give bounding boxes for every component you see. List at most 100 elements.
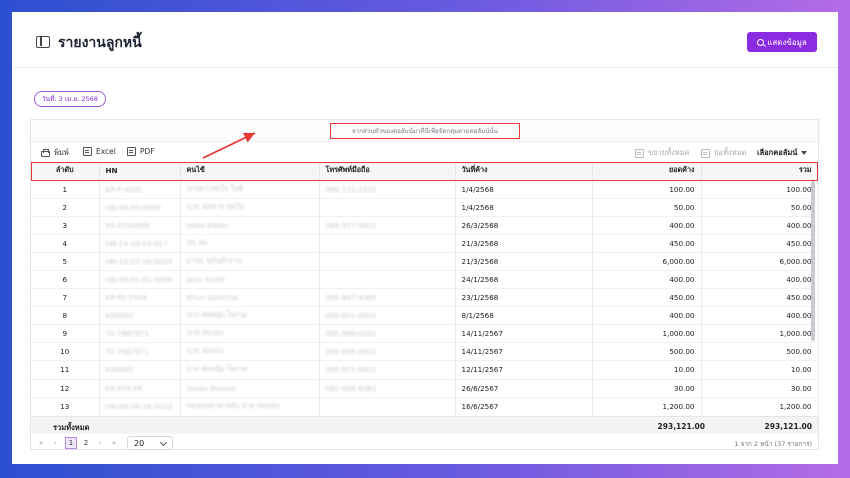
- cell-index: 11: [31, 360, 100, 380]
- cell-date: 26/6/2567: [455, 378, 593, 398]
- cell-index: 7: [31, 288, 100, 307]
- table-row[interactable]: 7 KP-P0-2504 Khun Somchai 091-847-4365 23/1/…: [31, 288, 819, 307]
- pdf-icon: [127, 147, 136, 156]
- cell-amount: 400.00: [592, 215, 702, 235]
- choose-columns-button[interactable]: เลือกคอลัมน์: [757, 147, 808, 159]
- cell-index: 8: [31, 306, 100, 325]
- cell-total: 400.00: [701, 269, 819, 289]
- cell-total: 10.00: [701, 360, 819, 380]
- cell-amount: 100.00: [592, 179, 702, 199]
- cell-amount: 50.00: [592, 197, 702, 217]
- prev-page-button[interactable]: ‹: [49, 437, 61, 449]
- page-title: รายงานลูกหนี้: [58, 35, 142, 51]
- table-row[interactable]: 8 K00000 นาง สมหญิง ใจงาม 095-951-0001 8/1/2…: [31, 306, 819, 325]
- collapse-all-button[interactable]: ย่อทั้งหมด: [701, 147, 746, 159]
- cell-patient: นางสาวสมใจ ใจดี: [180, 179, 320, 199]
- cell-date: 16/6/2567: [455, 396, 593, 416]
- cell-phone: 095-996-0001: [319, 324, 456, 343]
- pdf-label: PDF: [140, 147, 155, 156]
- column-header-phone[interactable]: โทรศัพท์มือถือ: [319, 162, 456, 180]
- cell-hn: T0-7887871: [99, 342, 181, 361]
- cell-hn: T0-7887871: [99, 324, 181, 343]
- cell-total: 100.00: [701, 179, 819, 199]
- cell-hn: HN-06-01-01-0008: [99, 269, 181, 289]
- data-grid: ลากส่วนหัวของคอลัมน์มาที่นี่เพื่อจัดกลุ่…: [30, 119, 819, 450]
- page-button-2[interactable]: 2: [80, 437, 92, 449]
- cell-amount: 10.00: [592, 360, 702, 380]
- totals-amount: 293,121.00: [657, 422, 705, 431]
- table-row[interactable]: 4 HN-14-16-04-017 สุข สม 21/3/2568 450.00 450…: [31, 233, 819, 253]
- table-row[interactable]: 11 K00000 นาง สมหญิง ใจงาม 095-951-0001 12/1…: [31, 360, 819, 380]
- page-size-select[interactable]: 20: [127, 436, 173, 450]
- table-row[interactable]: 3 P0-2503056 Hello Kitten 085-357-0001 26/3/…: [31, 215, 819, 235]
- cell-date: 8/1/2568: [455, 306, 593, 325]
- date-filter-badge[interactable]: วันที่: 3 เม.ย. 2568: [34, 91, 106, 107]
- table-row[interactable]: 1 KP-P-0001 นางสาวสมใจ ใจดี 099-111-2222 1/4…: [31, 179, 819, 199]
- column-header-patient[interactable]: คนไข้: [180, 162, 320, 180]
- page-button-1[interactable]: 1: [65, 437, 77, 449]
- excel-label: Excel: [96, 147, 116, 156]
- excel-button[interactable]: Excel: [83, 147, 116, 156]
- cell-amount: 450.00: [592, 233, 702, 253]
- group-panel-hint: ลากส่วนหัวของคอลัมน์มาที่นี่เพื่อจัดกลุ่…: [330, 123, 520, 139]
- column-header-total[interactable]: รวม: [701, 162, 819, 180]
- column-header-index[interactable]: ลำดับ: [31, 162, 100, 180]
- table-row[interactable]: 6 HN-06-01-01-0008 Jane Smith 24/1/2568 400.…: [31, 269, 819, 289]
- cell-total: 30.00: [701, 378, 819, 398]
- cell-phone: 095-951-0001: [319, 306, 456, 325]
- page-header: รายงานลูกหนี้ แสดงข้อมูล: [12, 12, 838, 68]
- group-panel[interactable]: ลากส่วนหัวของคอลัมน์มาที่นี่เพื่อจัดกลุ่…: [31, 120, 818, 142]
- table-row[interactable]: 12 KA-P74-PR Vision Bunma 061-856-8062 26/6/…: [31, 378, 819, 398]
- report-table: ลำดับ HN คนไข้ โทรศัพท์มือถือ วันที่ค้าง…: [31, 162, 819, 416]
- cell-phone: 099-111-2222: [319, 179, 456, 199]
- cell-index: 5: [31, 251, 100, 271]
- next-page-button[interactable]: ›: [94, 437, 106, 449]
- cell-phone: [319, 269, 456, 289]
- cell-patient: Vision Bunma: [180, 378, 320, 398]
- last-page-button[interactable]: »: [108, 437, 120, 449]
- cell-phone: [319, 197, 456, 217]
- printer-icon: [41, 149, 50, 157]
- cell-index: 4: [31, 233, 100, 253]
- column-header-amount[interactable]: ยอดค้าง: [592, 162, 702, 180]
- table-row[interactable]: 9 T0-7887871 นาย สมปอง 095-996-0001 14/11/25…: [31, 324, 819, 343]
- cell-hn: KP-P-0001: [99, 179, 181, 199]
- column-header-hn[interactable]: HN: [99, 162, 181, 180]
- expand-all-label: ขยายทั้งหมด: [648, 148, 690, 157]
- cell-index: 1: [31, 179, 100, 199]
- pdf-button[interactable]: PDF: [127, 147, 155, 156]
- cell-date: 1/4/2568: [455, 197, 593, 217]
- cell-total: 6,000.00: [701, 251, 819, 271]
- chevron-down-icon: [159, 438, 168, 447]
- cell-hn: HN-14-16-04-017: [99, 233, 181, 253]
- cell-patient: Hello Kitten: [180, 215, 320, 235]
- show-data-button[interactable]: แสดงข้อมูล: [747, 32, 817, 52]
- cell-patient: นาย สมปอง: [180, 342, 320, 361]
- table-row[interactable]: 13 HN-04-06-16-0023 ทดสอบสาขาหลัง นาย ทดสอ…: [31, 396, 819, 416]
- cell-hn: K00000: [99, 360, 181, 380]
- vertical-scrollbar[interactable]: [811, 181, 815, 341]
- table-row[interactable]: 5 HN-14-15-06-0004 มานะ ขยันทำงาน 21/3/2568…: [31, 251, 819, 271]
- cell-phone: 061-856-8062: [319, 378, 456, 398]
- pagination: « ‹ 1 2 › » 20 1 จาก 2 หน้า (37 รายการ): [31, 434, 818, 451]
- page-size-value: 20: [134, 438, 145, 448]
- column-header-date[interactable]: วันที่ค้าง: [455, 162, 593, 180]
- cell-date: 21/3/2568: [455, 233, 593, 253]
- cell-hn: P0-2503056: [99, 215, 181, 235]
- cell-date: 21/3/2568: [455, 251, 593, 271]
- table-row[interactable]: 2 HN-04-03-0098 นาย สมชาย สุขใจ 1/4/2568 50.…: [31, 197, 819, 217]
- first-page-button[interactable]: «: [35, 437, 47, 449]
- sidebar-toggle-icon[interactable]: [36, 36, 50, 48]
- expand-all-button[interactable]: ขยายทั้งหมด: [635, 147, 690, 159]
- print-button[interactable]: พิมพ์: [41, 147, 69, 159]
- cell-phone: 095-951-0001: [319, 360, 456, 380]
- cell-patient: Khun Somchai: [180, 288, 320, 307]
- app-window: รายงานลูกหนี้ แสดงข้อมูล วันที่: 3 เม.ย.…: [12, 12, 838, 464]
- grid-toolbar: พิมพ์ Excel PDF ขยายทั้งหมด ย่อทั้งหมด เ…: [31, 142, 818, 162]
- totals-label: รวมทั้งหมด: [53, 423, 90, 432]
- cell-phone: [319, 396, 456, 416]
- cell-date: 14/11/2567: [455, 342, 593, 361]
- cell-total: 400.00: [701, 306, 819, 325]
- cell-phone: 085-357-0001: [319, 215, 456, 235]
- table-row[interactable]: 10 T0-7887871 นาย สมปอง 095-996-0001 14/11/2…: [31, 342, 819, 361]
